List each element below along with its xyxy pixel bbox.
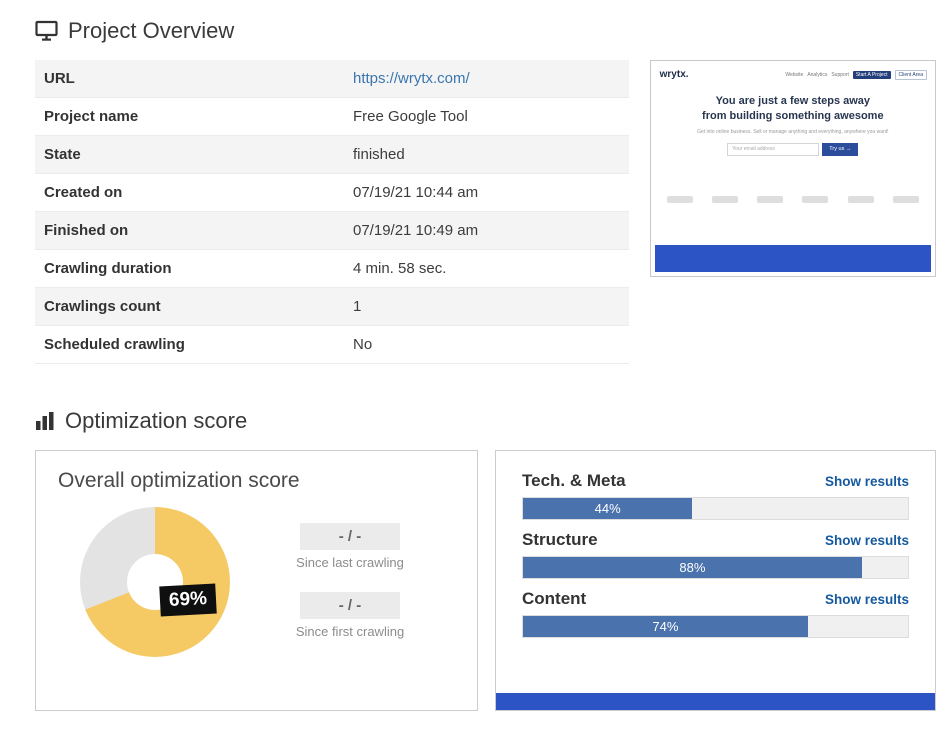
thumb-site-nav: Website Analytics Support Start A Projec… <box>785 69 927 80</box>
thumb-hero-heading: You are just a few steps away from build… <box>702 95 884 122</box>
thumb-site-header: wrytx. Website Analytics Support Start A… <box>655 65 931 80</box>
table-row: State finished <box>35 136 629 174</box>
thumb-cta-button: Try us → <box>822 142 859 156</box>
row-label: Crawling duration <box>44 260 172 277</box>
row-label: Project name <box>44 108 139 125</box>
thumb-start-project-button: Start A Project <box>852 70 891 79</box>
progress-bar-track: 44% <box>522 497 909 520</box>
thumb-nav-item: Support <box>831 71 849 78</box>
optimization-cards: Overall optimization score 69% - / - Sin… <box>35 450 936 711</box>
row-value: Free Google Tool <box>353 108 468 125</box>
table-row: Finished on 07/19/21 10:49 am <box>35 212 629 250</box>
row-label: State <box>44 146 81 163</box>
thumb-signup-form: Your email address Try us → <box>655 142 931 156</box>
overall-score-card: Overall optimization score 69% - / - Sin… <box>35 450 478 711</box>
row-value: finished <box>353 146 405 163</box>
bar-chart-icon <box>36 412 54 430</box>
progress-bar-value: 88% <box>679 560 706 575</box>
table-row: Project name Free Google Tool <box>35 98 629 136</box>
partner-logo <box>666 195 693 203</box>
since-last-crawling: - / - Since last crawling <box>280 523 420 570</box>
since-first-value: - / - <box>300 592 400 619</box>
since-last-value: - / - <box>300 523 400 550</box>
partner-logo <box>802 195 829 203</box>
thumb-hero: You are just a few steps away from build… <box>655 94 931 156</box>
thumb-email-field: Your email address <box>727 142 820 156</box>
overall-score-body: 69% - / - Since last crawling - / - Sinc… <box>56 507 457 657</box>
page-title: Project Overview <box>68 18 235 43</box>
category-scores-card: Tech. & Meta Show results 44% Structure … <box>495 450 936 711</box>
table-row: Created on 07/19/21 10:44 am <box>35 174 629 212</box>
monitor-icon <box>35 20 58 41</box>
thumb-site-logo: wrytx. <box>659 69 689 80</box>
row-value: 07/19/21 10:49 am <box>353 222 479 239</box>
partner-logo <box>711 195 738 203</box>
category-label: Structure <box>522 530 598 549</box>
progress-bar-track: 74% <box>522 615 909 638</box>
partner-logo <box>757 195 784 203</box>
progress-bar-value: 44% <box>594 501 621 516</box>
row-value: 1 <box>353 298 362 315</box>
show-results-link[interactable]: Show results <box>825 533 909 548</box>
bottom-blue-bar <box>496 693 935 710</box>
row-label: Scheduled crawling <box>44 336 185 353</box>
score-deltas: - / - Since last crawling - / - Since fi… <box>280 523 420 639</box>
project-overview-header: Project Overview <box>35 18 936 44</box>
thumb-nav-item: Analytics <box>807 71 828 78</box>
overview-row: URL https://wrytx.com/ Project name Free… <box>35 60 936 364</box>
row-label: Crawlings count <box>44 298 161 315</box>
row-label: Finished on <box>44 222 129 239</box>
thumb-partner-logos <box>655 195 931 203</box>
progress-bar-track: 88% <box>522 556 909 579</box>
thumb-client-area-button: Client Area <box>894 69 927 80</box>
progress-bar-fill: 88% <box>523 557 862 578</box>
section-title: Optimization score <box>65 408 248 433</box>
partner-logo <box>847 195 874 203</box>
category-label: Content <box>522 589 587 608</box>
partner-logo <box>892 195 919 203</box>
thumb-nav-item: Website <box>785 71 804 78</box>
table-row: URL https://wrytx.com/ <box>35 60 629 98</box>
table-row: Crawling duration 4 min. 58 sec. <box>35 250 629 288</box>
row-value: No <box>353 336 373 353</box>
show-results-link[interactable]: Show results <box>825 592 909 607</box>
score-group-tech-meta: Tech. & Meta Show results 44% <box>522 471 909 520</box>
website-thumbnail-preview: wrytx. Website Analytics Support Start A… <box>654 65 931 272</box>
page: { "colors": { "donut_fill": "#f5ca64", "… <box>0 0 950 732</box>
progress-bar-fill: 44% <box>523 498 693 519</box>
optimization-score-header: Optimization score <box>35 408 936 434</box>
since-first-crawling: - / - Since first crawling <box>280 592 420 639</box>
main-content: Project Overview URL https://wrytx.com/ … <box>0 0 950 711</box>
row-value: 4 min. 58 sec. <box>353 260 447 277</box>
thumb-hero-subtext: Get into online business. Sell or manage… <box>697 128 889 135</box>
show-results-link[interactable]: Show results <box>825 474 909 489</box>
since-last-caption: Since last crawling <box>296 555 404 570</box>
table-row: Scheduled crawling No <box>35 326 629 364</box>
progress-bar-value: 74% <box>652 619 679 634</box>
row-label: URL <box>44 70 75 87</box>
overall-score-title: Overall optimization score <box>58 469 300 492</box>
project-url-link[interactable]: https://wrytx.com/ <box>353 70 470 87</box>
since-first-caption: Since first crawling <box>295 624 405 639</box>
row-label: Created on <box>44 184 123 201</box>
progress-bar-fill: 74% <box>523 616 808 637</box>
project-overview-table: URL https://wrytx.com/ Project name Free… <box>35 60 629 364</box>
score-group-structure: Structure Show results 88% <box>522 530 909 579</box>
category-label: Tech. & Meta <box>522 471 626 490</box>
score-badge: 69% <box>159 583 217 617</box>
table-row: Crawlings count 1 <box>35 288 629 326</box>
score-group-content: Content Show results 74% <box>522 589 909 638</box>
website-thumbnail[interactable]: wrytx. Website Analytics Support Start A… <box>649 60 936 277</box>
thumb-footer-bar <box>654 245 931 272</box>
row-value: 07/19/21 10:44 am <box>353 184 479 201</box>
donut-wrap: 69% <box>80 507 230 657</box>
